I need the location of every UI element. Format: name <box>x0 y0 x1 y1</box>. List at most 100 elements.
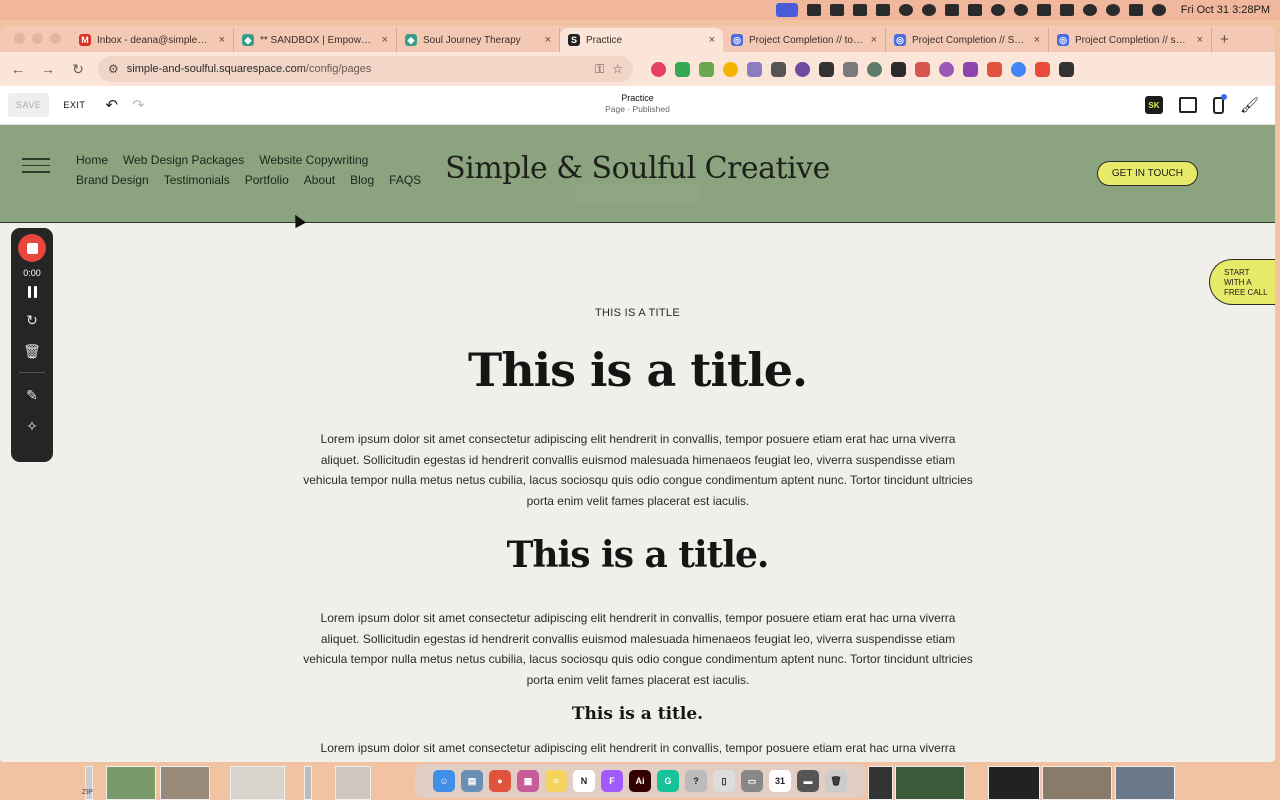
control-center-icon[interactable] <box>1128 4 1143 16</box>
save-button[interactable]: SAVE <box>8 93 50 117</box>
close-tab-icon[interactable]: × <box>382 34 388 46</box>
mobile-view-icon[interactable] <box>1212 93 1227 114</box>
notion-icon[interactable]: N <box>573 770 595 792</box>
sk-plugin-badge[interactable]: SK <box>1144 96 1163 114</box>
undo-icon[interactable]: ↶ <box>105 96 118 114</box>
browser-extension-icon[interactable] <box>747 61 762 77</box>
notes-icon[interactable]: ≡ <box>545 770 567 792</box>
close-tab-icon[interactable]: × <box>219 34 225 46</box>
nav-link-blog[interactable]: Blog <box>350 173 374 187</box>
exit-button[interactable]: EXIT <box>63 100 85 110</box>
pause-icon[interactable] <box>27 286 37 298</box>
browser-extension-icon[interactable] <box>795 61 810 77</box>
desktop-view-icon[interactable] <box>1178 97 1197 113</box>
free-call-badge[interactable]: START WITH A FREE CALL <box>1209 259 1275 305</box>
siri-icon[interactable] <box>1151 4 1166 16</box>
battery-icon[interactable] <box>1059 4 1074 16</box>
close-window-button[interactable] <box>14 33 25 44</box>
browser-extension-icon[interactable] <box>891 61 906 77</box>
grammarly-menubar-icon[interactable] <box>852 4 867 16</box>
browser-extension-icon[interactable] <box>987 61 1002 77</box>
desktop-image-thumbnail[interactable] <box>895 766 965 800</box>
get-in-touch-button[interactable]: GET IN TOUCH <box>1096 161 1198 186</box>
close-tab-icon[interactable]: × <box>871 34 877 46</box>
browser-tab[interactable]: ◆ Soul Journey Therapy × <box>397 28 560 52</box>
browser-extension-icon[interactable] <box>651 61 666 77</box>
chrome-icon[interactable]: ● <box>489 770 511 792</box>
browser-extension-icon[interactable] <box>1035 61 1050 77</box>
figma-icon[interactable]: F <box>601 770 623 792</box>
desktop-image-thumbnail[interactable] <box>230 766 285 800</box>
browser-extension-icon[interactable] <box>843 61 858 77</box>
browser-extension-icon[interactable] <box>867 61 882 77</box>
play-icon[interactable] <box>1013 4 1028 16</box>
clipboard-icon[interactable] <box>944 4 959 16</box>
display-icon[interactable] <box>967 4 982 16</box>
desktop-image-thumbnail[interactable] <box>335 766 371 800</box>
forward-icon[interactable]: → <box>38 61 58 77</box>
nav-link-home[interactable]: Home <box>76 153 108 167</box>
launchpad-icon[interactable]: ▦ <box>517 770 539 792</box>
browser-extension-icon[interactable] <box>1011 61 1026 77</box>
site-info-icon[interactable]: ⚙ <box>108 62 119 76</box>
wifi-icon[interactable] <box>1082 4 1097 16</box>
messages-icon[interactable]: ▭ <box>741 770 763 792</box>
desktop-file-thumbnail[interactable] <box>304 766 312 800</box>
nav-link-website-copywriting[interactable]: Website Copywriting <box>259 153 368 167</box>
browser-tab[interactable]: ◎ Project Completion // section × <box>1049 28 1212 52</box>
document-icon[interactable]: ▯ <box>713 770 735 792</box>
bookmark-star-icon[interactable]: ☆ <box>612 62 623 76</box>
bluetooth-icon[interactable] <box>1036 4 1051 16</box>
nav-link-faqs[interactable]: FAQS <box>389 173 421 187</box>
nav-link-web-design-packages[interactable]: Web Design Packages <box>123 153 244 167</box>
browser-extension-icon[interactable] <box>939 61 954 77</box>
desktop-image-thumbnail[interactable] <box>106 766 156 800</box>
password-key-icon[interactable]: ⚿ <box>595 62 604 77</box>
illustrator-icon[interactable]: Ai <box>629 770 651 792</box>
clock-app-icon[interactable] <box>921 4 936 16</box>
preview-icon[interactable]: ▤ <box>461 770 483 792</box>
restart-icon[interactable]: ↻ <box>22 312 42 329</box>
screen-record-status-icon[interactable] <box>775 3 798 17</box>
close-tab-icon[interactable]: × <box>545 34 551 46</box>
redo-icon[interactable]: ↷ <box>132 96 145 114</box>
browser-tab[interactable]: ◆ ** SANDBOX | Empower Your × <box>234 28 397 52</box>
zip-file-label[interactable]: ZIP <box>82 789 93 796</box>
browser-extension-icon[interactable] <box>723 61 738 77</box>
browser-extension-icon[interactable] <box>963 61 978 77</box>
desktop-image-thumbnail[interactable] <box>988 766 1040 800</box>
stop-recording-button[interactable] <box>18 234 46 262</box>
browser-extension-icon[interactable] <box>771 61 786 77</box>
hamburger-menu-icon[interactable] <box>22 158 50 178</box>
nav-link-testimonials[interactable]: Testimonials <box>164 173 230 187</box>
minimize-window-button[interactable] <box>32 33 43 44</box>
effects-icon[interactable]: ✧ <box>22 418 42 435</box>
desktop-image-thumbnail[interactable] <box>868 766 893 800</box>
close-tab-icon[interactable]: × <box>1034 34 1040 46</box>
nav-link-portfolio[interactable]: Portfolio <box>245 173 289 187</box>
grammarly-icon[interactable]: G <box>657 770 679 792</box>
font-icon[interactable] <box>829 4 844 16</box>
browser-tab[interactable]: ◎ Project Completion // SEO × <box>886 28 1049 52</box>
menubar-clock[interactable]: Fri Oct 31 3:28PM <box>1181 4 1270 16</box>
close-tab-icon[interactable]: × <box>709 34 715 46</box>
back-icon[interactable]: ← <box>8 61 28 77</box>
drive-icon[interactable] <box>875 4 890 16</box>
browser-extension-icon[interactable] <box>819 61 834 77</box>
reload-icon[interactable]: ↻ <box>68 61 88 78</box>
browser-tab[interactable]: ◎ Project Completion // tour of × <box>723 28 886 52</box>
spotlight-search-icon[interactable] <box>1105 4 1120 16</box>
cloud-icon[interactable] <box>806 4 821 16</box>
desktop-image-thumbnail[interactable] <box>1042 766 1112 800</box>
new-tab-button[interactable]: + <box>1212 31 1229 52</box>
browser-extension-icon[interactable] <box>699 61 714 77</box>
nav-link-brand-design[interactable]: Brand Design <box>76 173 149 187</box>
settings-gear-icon[interactable] <box>898 4 913 16</box>
site-styles-brush-icon[interactable]: 🖌 <box>1240 96 1259 114</box>
desktop-image-thumbnail[interactable] <box>1115 766 1175 800</box>
finder-icon[interactable]: ☺ <box>433 770 455 792</box>
trash-icon[interactable]: 🗑 <box>22 343 42 360</box>
screen-icon[interactable]: ▬ <box>797 770 819 792</box>
calendar-icon[interactable]: 31 <box>769 770 791 792</box>
close-tab-icon[interactable]: × <box>1197 34 1203 46</box>
